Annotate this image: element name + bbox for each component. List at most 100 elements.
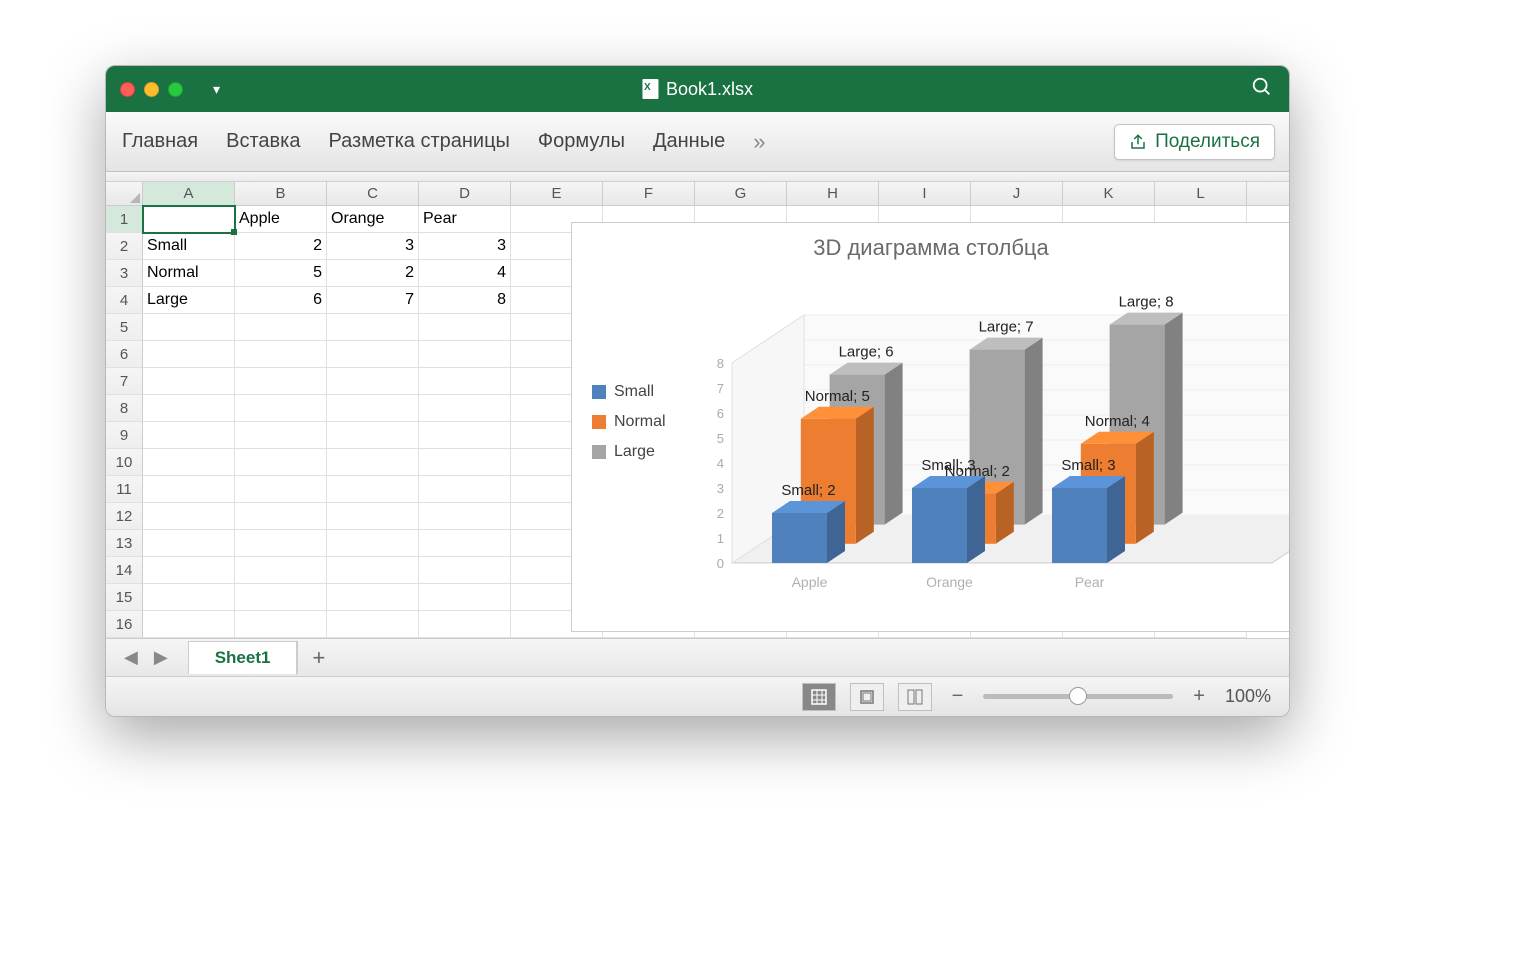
zoom-out-button[interactable]: −: [946, 685, 970, 708]
col-header-B[interactable]: B: [235, 182, 327, 205]
row-header-12[interactable]: 12: [106, 503, 143, 530]
cell-B4[interactable]: 6: [235, 287, 327, 314]
row-header-13[interactable]: 13: [106, 530, 143, 557]
view-normal-button[interactable]: [802, 683, 836, 711]
ribbon-tab-insert[interactable]: Вставка: [226, 130, 300, 153]
cell-area[interactable]: Apple Orange Pear Small 2 3 3 Normal 5 2…: [143, 206, 1289, 638]
svg-text:Large; 7: Large; 7: [979, 319, 1034, 336]
row-header-8[interactable]: 8: [106, 395, 143, 422]
view-page-break-button[interactable]: [898, 683, 932, 711]
row-header-15[interactable]: 15: [106, 584, 143, 611]
cell-C1[interactable]: Orange: [327, 206, 419, 233]
close-window-button[interactable]: [120, 82, 135, 97]
zoom-slider[interactable]: [983, 694, 1173, 699]
column-headers: A B C D E F G H I J K L: [106, 182, 1289, 206]
quick-access-toolbar: ▾: [213, 81, 220, 98]
svg-text:Small; 3: Small; 3: [1061, 457, 1115, 474]
view-page-layout-button[interactable]: [850, 683, 884, 711]
status-bar: − + 100%: [106, 676, 1289, 716]
svg-text:5: 5: [717, 431, 724, 446]
cell-B1[interactable]: Apple: [235, 206, 327, 233]
share-label: Поделиться: [1155, 131, 1260, 153]
svg-text:Large; 8: Large; 8: [1119, 294, 1174, 311]
ribbon-tab-formulas[interactable]: Формулы: [538, 130, 625, 153]
cell-A4[interactable]: Large: [143, 287, 235, 314]
col-header-G[interactable]: G: [695, 182, 787, 205]
cell-C3[interactable]: 2: [327, 260, 419, 287]
row-header-1[interactable]: 1: [106, 206, 143, 233]
cell-D1[interactable]: Pear: [419, 206, 511, 233]
svg-text:Orange: Orange: [926, 574, 973, 590]
cell-C2[interactable]: 3: [327, 233, 419, 260]
cell-A2[interactable]: Small: [143, 233, 235, 260]
row-header-6[interactable]: 6: [106, 341, 143, 368]
svg-text:Pear: Pear: [1075, 574, 1105, 590]
legend-normal: Normal: [614, 413, 666, 431]
row-header-5[interactable]: 5: [106, 314, 143, 341]
sheet-nav-next[interactable]: ▶: [146, 647, 176, 668]
svg-text:Small; 3: Small; 3: [921, 457, 975, 474]
row-header-9[interactable]: 9: [106, 422, 143, 449]
legend-large: Large: [614, 443, 655, 461]
chart-object[interactable]: 3D диаграмма столбца Small Normal Large …: [571, 222, 1290, 632]
col-header-H[interactable]: H: [787, 182, 879, 205]
row-header-11[interactable]: 11: [106, 476, 143, 503]
ribbon-tab-data[interactable]: Данные: [653, 130, 725, 153]
titlebar: ▾ Book1.xlsx: [106, 66, 1289, 112]
row-header-10[interactable]: 10: [106, 449, 143, 476]
row-header-7[interactable]: 7: [106, 368, 143, 395]
svg-text:4: 4: [717, 456, 724, 471]
svg-text:2: 2: [717, 506, 724, 521]
col-header-L[interactable]: L: [1155, 182, 1247, 205]
chart-plot-area: 012345678Large; 6Large; 7Large; 8Normal;…: [702, 303, 1282, 593]
search-button[interactable]: [1251, 76, 1273, 103]
legend-small: Small: [614, 383, 654, 401]
cell-D3[interactable]: 4: [419, 260, 511, 287]
cell-B2[interactable]: 2: [235, 233, 327, 260]
qat-chevron-icon[interactable]: ▾: [213, 81, 220, 98]
cell-A1[interactable]: [143, 206, 235, 233]
minimize-window-button[interactable]: [144, 82, 159, 97]
ribbon-more-button[interactable]: »: [753, 129, 765, 155]
cell-D4[interactable]: 8: [419, 287, 511, 314]
zoom-in-button[interactable]: +: [1187, 685, 1211, 708]
svg-text:Large; 6: Large; 6: [839, 344, 894, 361]
col-header-J[interactable]: J: [971, 182, 1063, 205]
sheet-nav-prev[interactable]: ◀: [116, 647, 146, 668]
col-header-E[interactable]: E: [511, 182, 603, 205]
row-headers: 1 2 3 4 5 6 7 8 9 10 11 12 13 14 15 16: [106, 206, 143, 638]
chart-title: 3D диаграмма столбца: [572, 235, 1290, 261]
cell-C4[interactable]: 7: [327, 287, 419, 314]
ribbon-spacer: [106, 172, 1289, 182]
col-header-I[interactable]: I: [879, 182, 971, 205]
row-header-3[interactable]: 3: [106, 260, 143, 287]
svg-text:6: 6: [717, 406, 724, 421]
row-header-16[interactable]: 16: [106, 611, 143, 638]
row-header-14[interactable]: 14: [106, 557, 143, 584]
spreadsheet-grid: A B C D E F G H I J K L 1 2 3 4 5 6 7 8 …: [106, 182, 1289, 638]
row-header-4[interactable]: 4: [106, 287, 143, 314]
cell-A3[interactable]: Normal: [143, 260, 235, 287]
legend-swatch-large: [592, 445, 606, 459]
cell-D2[interactable]: 3: [419, 233, 511, 260]
cell-B3[interactable]: 5: [235, 260, 327, 287]
ribbon-tab-page-layout[interactable]: Разметка страницы: [328, 130, 509, 153]
share-button[interactable]: Поделиться: [1114, 124, 1275, 160]
zoom-slider-thumb[interactable]: [1069, 687, 1087, 705]
fullscreen-window-button[interactable]: [168, 82, 183, 97]
col-header-F[interactable]: F: [603, 182, 695, 205]
row-header-2[interactable]: 2: [106, 233, 143, 260]
col-header-A[interactable]: A: [143, 182, 235, 205]
col-header-C[interactable]: C: [327, 182, 419, 205]
excel-window: ▾ Book1.xlsx Главная Вставка Разметка ст…: [105, 65, 1290, 717]
svg-text:3: 3: [717, 481, 724, 496]
ribbon-tab-home[interactable]: Главная: [122, 130, 198, 153]
col-header-K[interactable]: K: [1063, 182, 1155, 205]
svg-text:1: 1: [717, 531, 724, 546]
ribbon: Главная Вставка Разметка страницы Формул…: [106, 112, 1289, 172]
col-header-D[interactable]: D: [419, 182, 511, 205]
select-all-corner[interactable]: [106, 182, 143, 205]
add-sheet-button[interactable]: +: [297, 641, 335, 675]
svg-text:Apple: Apple: [792, 574, 828, 590]
sheet-tab-sheet1[interactable]: Sheet1: [188, 641, 298, 674]
